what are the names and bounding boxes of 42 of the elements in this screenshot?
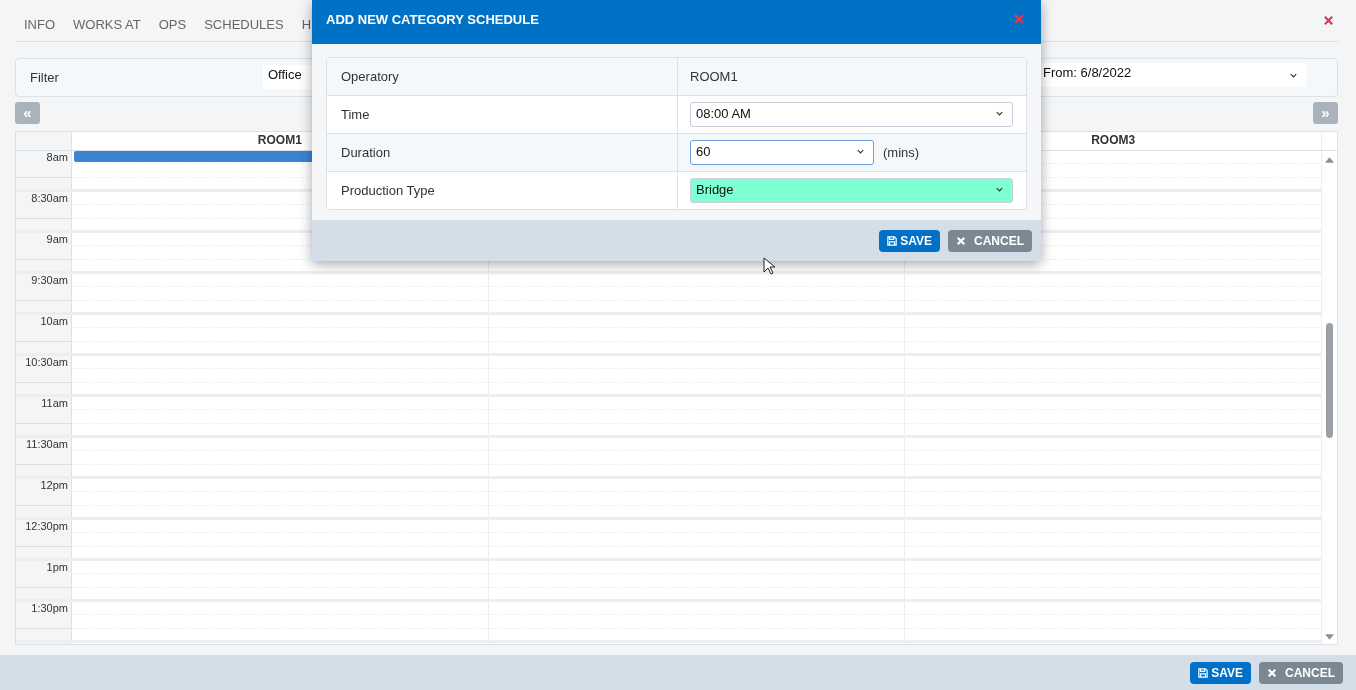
select-field[interactable]: 08:00 AM [690, 102, 1013, 127]
date-range-select[interactable]: From: 6/8/2022 [1039, 62, 1306, 87]
time-label: 9:30am [16, 273, 72, 312]
time-label: 11:30am [16, 437, 72, 476]
mouse-pointer-icon [763, 257, 775, 275]
tab[interactable]: H [301, 17, 312, 33]
time-label: 1pm [16, 560, 72, 599]
field-label: Production Type [341, 183, 435, 198]
tab[interactable]: OPS [158, 17, 187, 33]
scroll-down-icon[interactable] [1325, 634, 1334, 640]
chevron-down-icon [995, 186, 1004, 193]
time-label: 10am [16, 314, 72, 353]
tab[interactable]: SCHEDULES [204, 17, 284, 33]
cancel-button[interactable]: CANCEL [948, 229, 1032, 252]
time-label: 8am [16, 150, 72, 189]
close-icon [1267, 667, 1277, 678]
scroll-up-icon[interactable] [1325, 156, 1334, 163]
dialog-title: ADD NEW CATEGORY SCHEDULE [326, 11, 539, 27]
time-label: 8:30am [16, 191, 72, 230]
chevron-down-icon [995, 110, 1004, 117]
tab[interactable]: INFO [24, 17, 56, 33]
time-label: 12pm [16, 478, 72, 517]
time-label: 12:30pm [16, 519, 72, 558]
field-value: ROOM1 [690, 69, 738, 84]
time-label: 1:30pm [16, 601, 72, 640]
filter-label: Filter [30, 69, 60, 85]
select-field[interactable]: 60 [690, 140, 874, 165]
close-icon [956, 235, 966, 246]
tab[interactable]: WORKS AT [73, 17, 141, 33]
field-label: Time [341, 107, 370, 122]
close-icon[interactable] [1323, 14, 1334, 26]
save-button[interactable]: SAVE [1190, 661, 1251, 684]
chevron-down-icon [1289, 72, 1298, 79]
scrollbar-thumb[interactable] [1326, 322, 1333, 438]
cancel-button[interactable]: CANCEL [1259, 661, 1343, 684]
chevron-down-icon [856, 148, 865, 155]
select-field[interactable]: Bridge [690, 178, 1013, 203]
field-label: Operatory [341, 69, 399, 84]
time-label: 9am [16, 232, 72, 271]
time-label: 11am [16, 396, 72, 435]
save-button[interactable]: SAVE [879, 229, 940, 252]
time-label: 10:30am [16, 355, 72, 394]
